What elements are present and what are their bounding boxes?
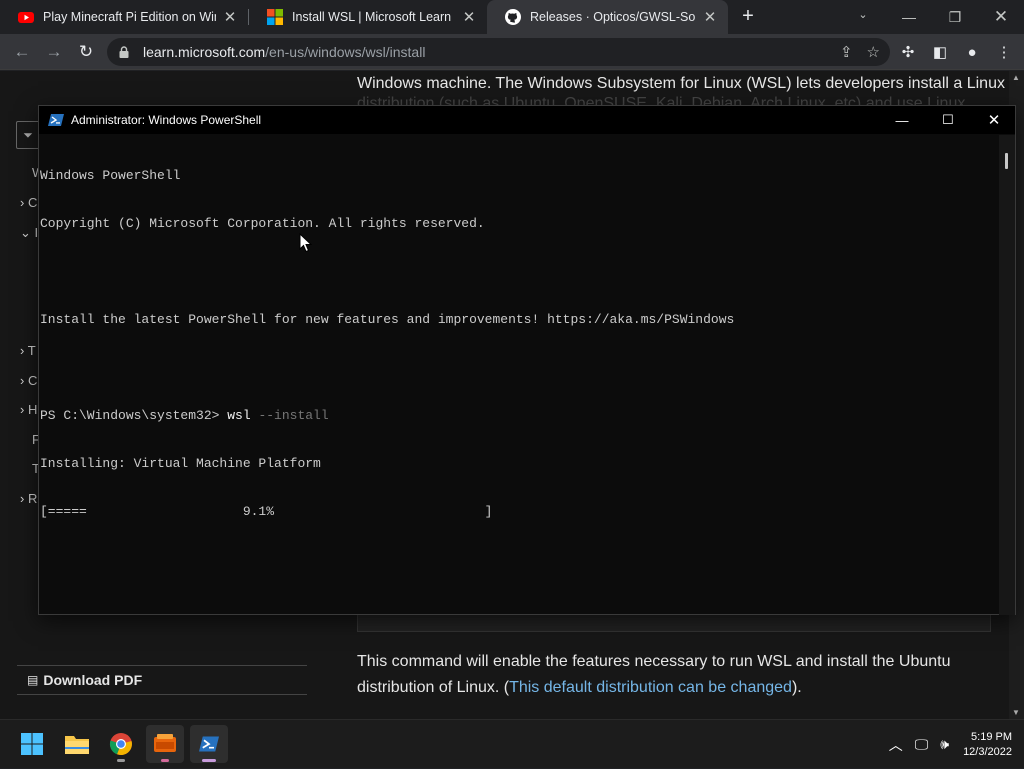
console-prompt: PS C:\Windows\system32> — [40, 408, 228, 423]
tab-gwsl-releases[interactable]: Releases · Opticos/GWSL-Source ✕ — [487, 0, 728, 34]
console-line: Installing: Virtual Machine Platform — [40, 456, 321, 471]
running-indicator — [161, 759, 169, 762]
tab-minecraft-pi[interactable]: Play Minecraft Pi Edition on Windows ✕ — [0, 0, 248, 34]
network-icon[interactable]: 🖵 — [915, 736, 929, 753]
chrome-taskbar-button[interactable] — [102, 725, 140, 763]
chevron-up-icon[interactable]: ︿ — [889, 735, 903, 755]
chrome-icon — [109, 733, 132, 756]
console-line: Copyright (C) Microsoft Corporation. All… — [40, 216, 485, 231]
pdf-icon: ▤ — [27, 673, 39, 687]
page-intro-text: Windows machine. The Windows Subsystem f… — [357, 75, 1005, 92]
console-output[interactable]: Windows PowerShell Copyright (C) Microso… — [39, 135, 1001, 615]
tab-install-wsl[interactable]: Install WSL | Microsoft Learn ✕ — [249, 0, 487, 34]
app-taskbar-button[interactable] — [146, 725, 184, 763]
mouse-cursor-icon — [299, 233, 313, 253]
tab-title: Install WSL | Microsoft Learn — [292, 10, 452, 24]
volume-icon[interactable]: 🕪 — [940, 736, 949, 753]
scrollbar-thumb[interactable] — [1005, 153, 1008, 169]
system-tray: ︿ 🖵 🕪 5:19 PM 12/3/2022 — [883, 720, 1024, 769]
forward-arrow-icon[interactable]: → — [42, 40, 66, 64]
sidebar-item[interactable]: › T — [20, 343, 36, 358]
side-panel-icon[interactable]: ◧ — [928, 40, 952, 64]
windows-logo-icon — [21, 733, 43, 755]
scroll-up-icon[interactable]: ▲ — [1012, 73, 1020, 82]
minimize-icon[interactable]: — — [886, 0, 932, 34]
windows-taskbar: ︿ 🖵 🕪 5:19 PM 12/3/2022 — [0, 719, 1024, 768]
console-scrollbar[interactable] — [999, 135, 1015, 615]
browser-tab-strip: Play Minecraft Pi Edition on Windows ✕ I… — [0, 0, 1024, 34]
sidebar-item[interactable]: ⌄ I — [20, 225, 38, 241]
profile-avatar-icon[interactable]: ● — [960, 40, 984, 64]
url-host: learn.microsoft.com — [143, 44, 266, 60]
install-progress-bar: [===== 9.1% ] — [40, 504, 493, 519]
console-command-line: PS C:\Windows\system32> wsl --install — [40, 408, 1001, 424]
restore-icon[interactable]: ❐ — [932, 0, 978, 34]
powershell-title-bar[interactable]: Administrator: Windows PowerShell — ☐ ✕ — [39, 106, 1015, 134]
console-parameter: --install — [250, 408, 329, 423]
orange-app-icon — [154, 734, 176, 752]
close-tab-icon[interactable]: ✕ — [461, 8, 477, 26]
console-line: Install the latest PowerShell for new fe… — [40, 312, 735, 327]
close-tab-icon[interactable]: ✕ — [702, 8, 718, 26]
folder-icon — [65, 736, 89, 754]
browser-window-controls: — ❐ ✕ — [886, 0, 1024, 34]
download-pdf-label: Download PDF — [43, 672, 143, 688]
reload-icon[interactable]: ↻ — [74, 40, 98, 64]
maximize-icon[interactable]: ☐ — [925, 106, 971, 134]
extensions-puzzle-icon[interactable]: ✣ — [896, 40, 920, 64]
clock-time: 5:19 PM — [971, 730, 1012, 743]
clock-date: 12/3/2022 — [963, 745, 1012, 758]
new-tab-button[interactable]: + — [738, 6, 758, 26]
running-indicator — [117, 759, 125, 762]
minimize-icon[interactable]: — — [879, 106, 925, 134]
start-button[interactable] — [13, 725, 51, 763]
powershell-taskbar-button[interactable] — [190, 725, 228, 763]
close-icon[interactable]: ✕ — [978, 0, 1024, 34]
browser-toolbar: ← → ↻ learn.microsoft.com/en-us/windows/… — [0, 34, 1024, 70]
console-command: wsl — [227, 408, 251, 423]
back-arrow-icon[interactable]: ← — [10, 40, 34, 64]
tab-title: Releases · Opticos/GWSL-Source — [530, 10, 696, 24]
taskbar-clock[interactable]: 5:19 PM 12/3/2022 — [963, 730, 1012, 760]
console-line: Windows PowerShell — [40, 168, 181, 183]
url-path: /en-us/windows/wsl/install — [265, 44, 426, 60]
file-explorer-button[interactable] — [58, 725, 96, 763]
close-tab-icon[interactable]: ✕ — [222, 8, 238, 26]
scroll-down-icon[interactable]: ▼ — [1012, 708, 1020, 717]
more-menu-icon[interactable]: ⋮ — [992, 40, 1016, 64]
powershell-icon — [48, 114, 64, 126]
powershell-icon — [199, 736, 219, 752]
filter-icon[interactable]: ⏷ — [16, 121, 40, 149]
sidebar-item[interactable]: › R — [20, 491, 37, 506]
active-indicator — [202, 759, 216, 762]
powershell-title: Administrator: Windows PowerShell — [71, 113, 262, 127]
url-text: learn.microsoft.com/en-us/windows/wsl/in… — [143, 44, 425, 60]
github-icon — [505, 9, 521, 25]
address-bar[interactable]: learn.microsoft.com/en-us/windows/wsl/in… — [107, 38, 890, 66]
lock-icon — [119, 46, 129, 58]
share-icon[interactable]: ⇪ — [840, 43, 853, 61]
close-icon[interactable]: ✕ — [971, 106, 1017, 134]
microsoft-icon — [267, 9, 283, 25]
tab-search-icon[interactable]: ⌄ — [854, 8, 872, 26]
default-distribution-link[interactable]: This default distribution can be changed — [509, 679, 792, 696]
sidebar-item[interactable]: › C — [20, 373, 37, 388]
download-pdf-button[interactable]: ▤ Download PDF — [17, 665, 307, 695]
powershell-window[interactable]: Administrator: Windows PowerShell — ☐ ✕ … — [38, 105, 1016, 615]
page-paragraph: This command will enable the features ne… — [357, 653, 951, 696]
tab-title: Play Minecraft Pi Edition on Windows — [43, 10, 216, 24]
sidebar-item[interactable]: › H — [20, 402, 37, 417]
bookmark-star-icon[interactable]: ☆ — [867, 43, 880, 61]
youtube-icon — [18, 12, 34, 23]
sidebar-item[interactable]: › C — [20, 195, 37, 210]
